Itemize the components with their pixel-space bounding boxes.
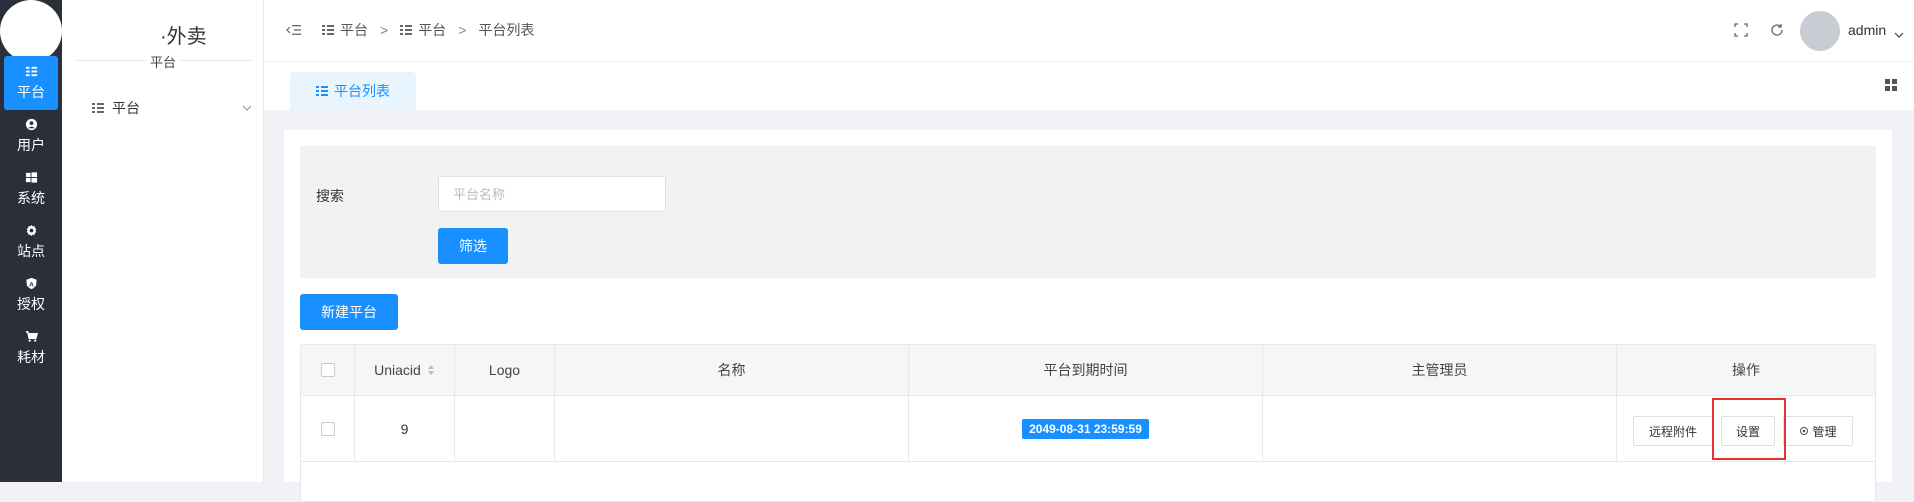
nav-item-site[interactable]: 站点 xyxy=(4,215,58,269)
fullscreen-icon[interactable] xyxy=(1734,23,1748,37)
tab-platform-list[interactable]: 平台列表 xyxy=(290,72,416,110)
nav-item-platform[interactable]: 平台 xyxy=(4,56,58,110)
column-header-uniacid[interactable]: Uniacid xyxy=(355,345,455,395)
main-nav: 平台 用户 系统 站点 A 授权 耗材 xyxy=(0,0,62,482)
column-label: Uniacid xyxy=(374,362,421,378)
filter-panel: 搜索 筛选 xyxy=(300,146,1876,278)
user-icon xyxy=(24,118,38,132)
gear-icon xyxy=(24,224,38,238)
chevron-down-icon xyxy=(242,100,252,111)
remote-attachment-button[interactable]: 远程附件 xyxy=(1633,416,1713,446)
logo-cell xyxy=(455,396,555,461)
nav-label: 站点 xyxy=(17,242,45,259)
nav-item-user[interactable]: 用户 xyxy=(4,109,58,163)
column-header-logo: Logo xyxy=(455,345,555,395)
sort-icon[interactable] xyxy=(427,364,435,376)
nav-item-consumables[interactable]: 耗材 xyxy=(4,321,58,375)
column-header-name: 名称 xyxy=(555,345,909,395)
admin-cell xyxy=(1263,396,1617,461)
nav-item-system[interactable]: 系统 xyxy=(4,162,58,216)
manage-label: 管理 xyxy=(1812,424,1837,439)
menu-fold-icon[interactable] xyxy=(286,23,302,37)
breadcrumb-label: 平台列表 xyxy=(478,22,535,38)
breadcrumb-label: 平台 xyxy=(340,22,368,38)
cart-icon xyxy=(24,330,38,344)
list-icon xyxy=(24,65,38,79)
list-icon xyxy=(322,24,334,36)
table-row xyxy=(300,462,1876,502)
select-all-cell xyxy=(301,345,355,395)
brand-subtitle: 平台 xyxy=(149,55,176,70)
breadcrumb-item[interactable]: 平台 xyxy=(322,20,368,40)
tab-bar: 平台列表 xyxy=(264,62,1914,110)
filter-button[interactable]: 筛选 xyxy=(438,228,508,264)
expire-cell: 2049-08-31 23:59:59 xyxy=(909,396,1263,461)
content-card: 搜索 筛选 新建平台 Uniacid Logo 名称 平台到期时间 主管理员 操… xyxy=(284,130,1892,502)
chevron-down-icon[interactable] xyxy=(1894,26,1904,38)
list-icon xyxy=(316,85,328,97)
column-header-expire: 平台到期时间 xyxy=(909,345,1263,395)
breadcrumb-current: 平台列表 xyxy=(478,20,534,40)
breadcrumb-separator: > xyxy=(380,22,389,38)
list-icon xyxy=(400,24,413,36)
windows-icon xyxy=(24,171,38,185)
table-header: Uniacid Logo 名称 平台到期时间 主管理员 操作 xyxy=(300,344,1876,396)
select-all-checkbox[interactable] xyxy=(320,363,335,377)
breadcrumb: 平台 > 平台 > 平台列表 xyxy=(322,20,534,40)
nav-label: 授权 xyxy=(17,295,45,312)
expire-date-badge: 2049-08-31 23:59:59 xyxy=(1022,418,1149,439)
column-header-admin: 主管理员 xyxy=(1263,345,1617,395)
shield-icon: A xyxy=(24,277,38,291)
list-icon xyxy=(92,102,104,114)
brand-title: ·外卖 xyxy=(160,26,207,48)
nav-label: 系统 xyxy=(17,189,45,206)
svg-text:A: A xyxy=(29,281,34,288)
uniacid-cell: 9 xyxy=(355,396,455,461)
sidebar-item-platform[interactable]: 平台 xyxy=(92,98,252,118)
highlight-annotation xyxy=(1712,398,1786,460)
breadcrumb-separator: > xyxy=(458,22,467,38)
nav-label: 用户 xyxy=(17,136,45,153)
search-label: 搜索 xyxy=(316,188,344,204)
top-header: 平台 > 平台 > 平台列表 admin xyxy=(264,0,1914,62)
breadcrumb-label: 平台 xyxy=(418,22,447,38)
avatar[interactable] xyxy=(1800,11,1840,51)
sidebar-item-label: 平台 xyxy=(112,100,140,116)
table-row: 9 2049-08-31 23:59:59 远程附件 设置 管理 xyxy=(300,396,1876,462)
breadcrumb-item[interactable]: 平台 xyxy=(400,20,446,40)
grid-icon[interactable] xyxy=(1884,78,1898,92)
refresh-icon[interactable] xyxy=(1770,23,1784,37)
sub-sidebar: ·外卖 平台 平台 xyxy=(62,0,264,482)
new-platform-button[interactable]: 新建平台 xyxy=(300,294,398,330)
manage-button[interactable]: 管理 xyxy=(1783,416,1853,446)
nav-label: 耗材 xyxy=(17,348,45,365)
select-cell xyxy=(301,396,355,461)
name-cell xyxy=(555,396,909,461)
gear-icon xyxy=(1799,426,1809,436)
tab-label: 平台列表 xyxy=(334,83,390,99)
search-input[interactable] xyxy=(438,176,666,212)
column-header-actions: 操作 xyxy=(1732,362,1760,378)
row-checkbox[interactable] xyxy=(320,421,335,436)
username[interactable]: admin xyxy=(1848,22,1886,38)
app-logo xyxy=(0,0,62,62)
nav-item-auth[interactable]: A 授权 xyxy=(4,268,58,322)
nav-label: 平台 xyxy=(17,83,45,100)
